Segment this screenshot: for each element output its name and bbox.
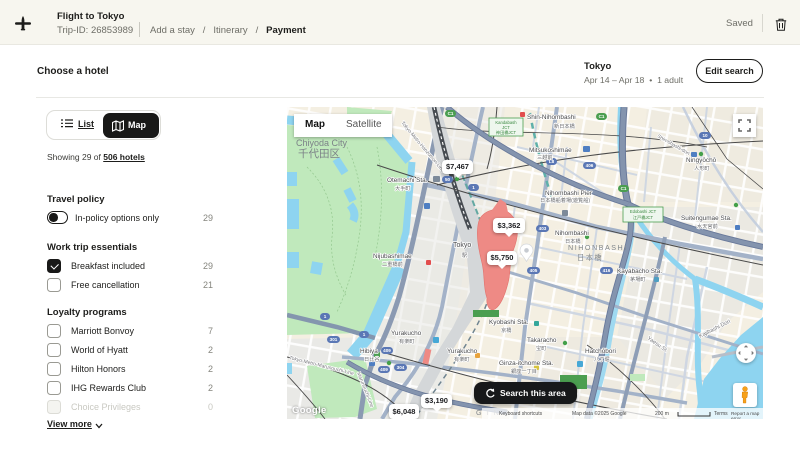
svg-text:Yurakucho: Yurakucho <box>391 330 422 337</box>
svg-text:409: 409 <box>380 367 388 372</box>
svg-text:Edobashi JCT: Edobashi JCT <box>630 209 657 214</box>
svg-text:50: 50 <box>445 177 451 182</box>
svg-text:304: 304 <box>397 365 405 370</box>
svg-text:新日本橋: 新日本橋 <box>554 122 576 130</box>
svg-text:日比谷: 日比谷 <box>364 355 380 363</box>
svg-text:10: 10 <box>702 133 708 138</box>
svg-text:409: 409 <box>383 348 391 353</box>
svg-text:406: 406 <box>586 163 594 168</box>
svg-text:江戸橋JCT: 江戸橋JCT <box>633 214 654 221</box>
svg-text:Nihombashi Pier: Nihombashi Pier <box>545 190 593 197</box>
svg-text:人形町: 人形町 <box>694 164 710 172</box>
svg-text:Shin-Nihombashi: Shin-Nihombashi <box>527 114 576 121</box>
svg-text:Nihombashi: Nihombashi <box>555 230 589 237</box>
svg-text:1: 1 <box>363 332 366 337</box>
svg-text:有楽町: 有楽町 <box>454 355 470 363</box>
svg-text:二重橋前: 二重橋前 <box>382 260 403 268</box>
svg-text:日本橋船着場(遊覧船): 日本橋船着場(遊覧船) <box>540 196 590 204</box>
svg-text:銀座一丁目: 銀座一丁目 <box>511 367 537 375</box>
svg-text:C1: C1 <box>621 186 627 191</box>
svg-text:Kayabacho Sta.: Kayabacho Sta. <box>617 268 662 275</box>
svg-text:Takaracho: Takaracho <box>527 337 557 344</box>
svg-text:403: 403 <box>539 226 547 231</box>
svg-text:Hatchōbori: Hatchōbori <box>585 348 616 355</box>
svg-text:405: 405 <box>530 268 538 273</box>
svg-text:NIHONBASHI: NIHONBASHI <box>568 243 628 252</box>
svg-text:Kyobashi Sta.: Kyobashi Sta. <box>489 319 529 326</box>
svg-text:C1: C1 <box>448 111 454 116</box>
svg-text:千代田区: 千代田区 <box>298 148 340 160</box>
svg-text:Nijubashimae: Nijubashimae <box>373 253 412 260</box>
svg-text:Otemachi Sta.: Otemachi Sta. <box>387 177 428 184</box>
svg-text:C1: C1 <box>599 114 605 119</box>
svg-text:八丁堀: 八丁堀 <box>594 355 610 363</box>
svg-text:301: 301 <box>330 337 338 342</box>
svg-text:神田橋JCT: 神田橋JCT <box>496 129 517 136</box>
svg-text:駅: 駅 <box>462 252 468 259</box>
svg-text:Hibiya: Hibiya <box>360 348 378 355</box>
svg-text:Tokyo: Tokyo <box>453 242 471 249</box>
svg-text:1: 1 <box>472 185 475 190</box>
svg-text:1: 1 <box>324 314 327 319</box>
svg-text:水天宮前: 水天宮前 <box>697 222 718 230</box>
svg-text:Ningyōchō: Ningyōchō <box>686 157 717 164</box>
svg-text:日本橋: 日本橋 <box>577 253 603 262</box>
svg-text:京橋: 京橋 <box>501 326 512 334</box>
svg-text:宝町: 宝町 <box>536 344 546 352</box>
svg-text:Ginza-itchome Sta.: Ginza-itchome Sta. <box>499 360 554 367</box>
svg-text:Mitsukoshimae: Mitsukoshimae <box>529 147 572 154</box>
svg-text:三越前: 三越前 <box>537 153 553 161</box>
svg-text:416: 416 <box>603 268 611 273</box>
svg-text:有楽町: 有楽町 <box>399 337 415 345</box>
svg-text:茅場町: 茅場町 <box>630 275 646 283</box>
svg-text:大手町: 大手町 <box>395 184 411 192</box>
svg-text:Suitengumae Sta.: Suitengumae Sta. <box>681 215 732 222</box>
svg-text:Yurakucho: Yurakucho <box>447 348 478 355</box>
svg-text:Chiyoda City: Chiyoda City <box>296 138 348 148</box>
